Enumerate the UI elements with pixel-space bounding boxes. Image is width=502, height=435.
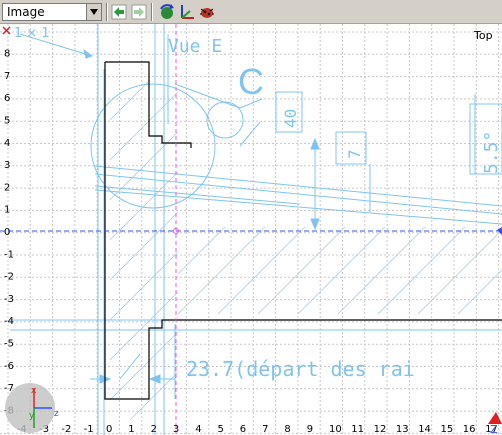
dimension-40: 40 [281, 109, 300, 128]
x-tick-label: -1 [84, 424, 94, 435]
x-tick-label: 8 [284, 424, 290, 435]
view-label: Top [473, 29, 493, 42]
x-tick-label: 13 [396, 424, 409, 435]
y-tick-label: -5 [4, 339, 14, 350]
triad-z-label: z [54, 409, 59, 419]
y-tick-label: 4 [4, 138, 10, 149]
view-mode-value: Image [7, 5, 45, 19]
y-tick-label: 2 [4, 182, 10, 193]
y-tick-label: -1 [4, 249, 14, 260]
x-tick-label: 5 [218, 424, 224, 435]
y-tick-label: 3 [4, 160, 10, 171]
bottom-note: 23.7(départ des rai [186, 357, 415, 381]
x-tick-label: -2 [61, 424, 71, 435]
x-tick-label: 6 [240, 424, 246, 435]
y-tick-label: -2 [4, 272, 14, 283]
x-axis-letter: Z [490, 423, 498, 435]
arrow-right-icon[interactable] [130, 3, 148, 21]
dimension-angle: 5.5° [481, 131, 502, 174]
axes-icon[interactable] [178, 3, 196, 21]
triad-y-label: y [29, 411, 35, 421]
axis-triad: x y z [5, 383, 59, 433]
x-tick-label: 3 [173, 424, 179, 435]
x-tick-label: 12 [374, 424, 387, 435]
y-tick-label: -4 [4, 316, 14, 327]
x-tick-label: 10 [329, 424, 342, 435]
x-tick-label: 2 [151, 424, 157, 435]
y-tick-label: 0 [4, 227, 10, 238]
toolbar-separator [106, 3, 108, 21]
viewport-canvas[interactable]: Vue E C 40 7 5.5° 23.7(départ des rai -4… [0, 24, 502, 435]
y-tick-label: -3 [4, 294, 14, 305]
x-tick-label: 9 [307, 424, 313, 435]
y-tick-label: 7 [4, 71, 10, 82]
toolbar: Image [0, 0, 502, 24]
x-tick-label: 1 [128, 424, 134, 435]
rotate-view-icon[interactable] [158, 3, 176, 21]
drawing-viewport[interactable]: Vue E C 40 7 5.5° 23.7(départ des rai -4… [0, 24, 502, 435]
y-tick-label: 5 [4, 116, 10, 127]
chevron-down-icon[interactable] [86, 4, 101, 20]
arrow-left-icon[interactable] [110, 3, 128, 21]
close-icon[interactable] [2, 26, 11, 35]
triad-x-label: x [31, 386, 37, 396]
view-mode-dropdown[interactable]: Image [2, 3, 102, 21]
x-tick-label: 0 [106, 424, 112, 435]
y-tick-label: 6 [4, 93, 10, 104]
x-tick-label: 14 [418, 424, 431, 435]
toolbar-separator [151, 3, 153, 21]
x-tick-label: 16 [463, 424, 476, 435]
scale-label: 1 × 1 [14, 26, 50, 41]
dimension-7: 7 [345, 149, 364, 159]
y-tick-label: 8 [4, 49, 10, 60]
x-tick-label: 7 [262, 424, 268, 435]
x-tick-label: 11 [351, 424, 364, 435]
detail-letter: C [238, 61, 264, 102]
y-tick-label: 1 [4, 205, 10, 216]
view-title: Vue E [168, 36, 222, 57]
x-tick-label: 15 [441, 424, 454, 435]
bug-icon[interactable] [198, 3, 216, 21]
y-tick-label: -6 [4, 361, 14, 372]
x-tick-label: 4 [195, 424, 201, 435]
